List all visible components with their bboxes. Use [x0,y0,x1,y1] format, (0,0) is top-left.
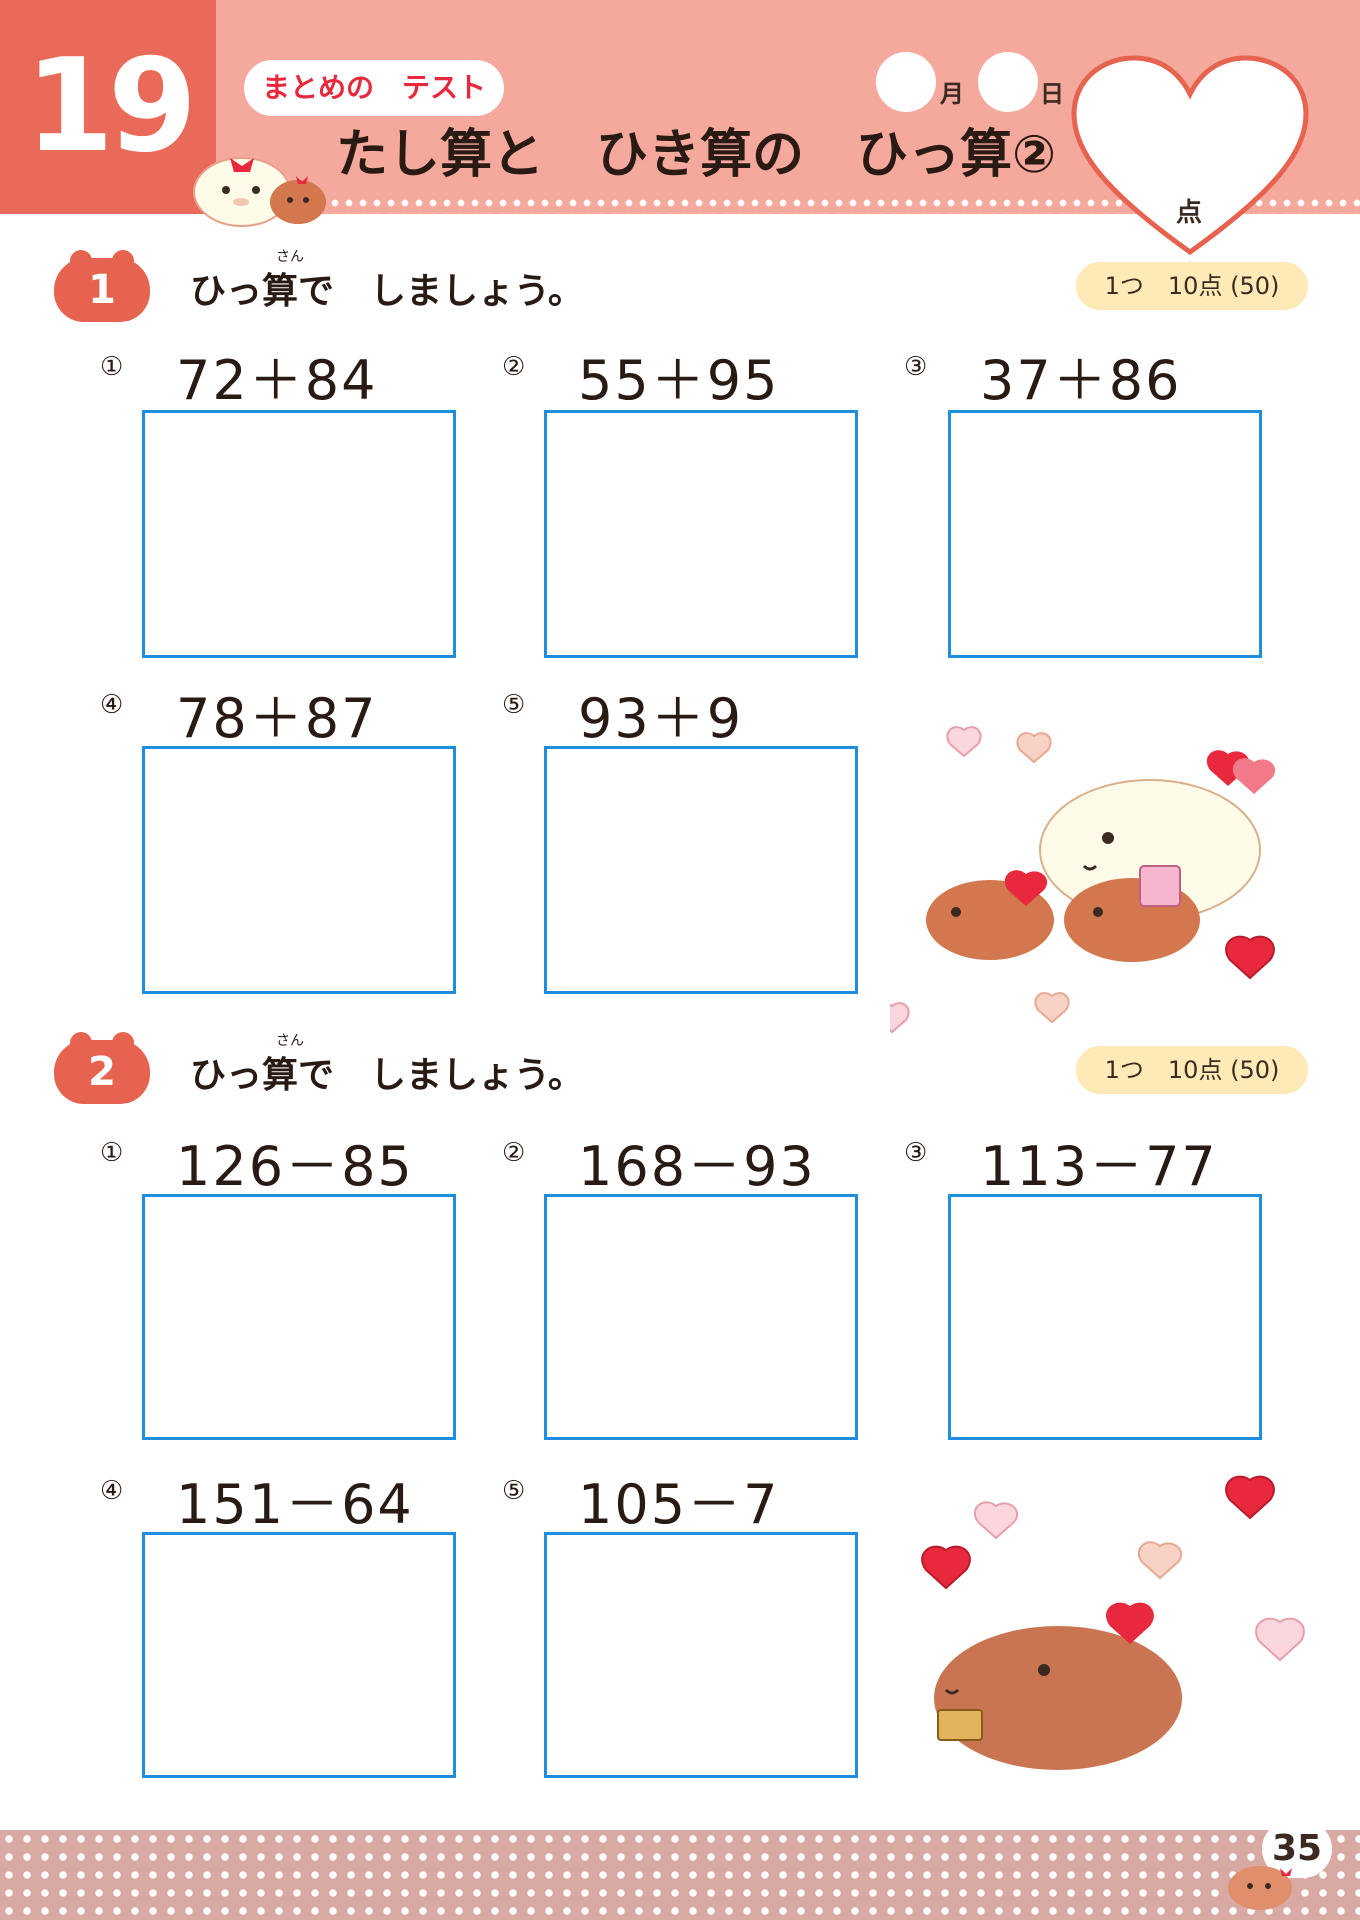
s2-problem4-expr: 151－64 [176,1473,414,1536]
s1-problem2-number: ② [502,352,526,382]
s2-problem3-answer-box[interactable] [948,1194,1262,1440]
s2-problem1-expr: 126－85 [176,1135,414,1198]
s2-problem1-answer-box[interactable] [142,1194,456,1440]
footer-mascot-illustration [1228,1866,1292,1910]
section2-badge: 2 [54,1032,150,1104]
section2-number: 2 [88,1049,116,1095]
s2-problem2-expr: 168－93 [578,1135,816,1198]
s2-problem4-number: ④ [100,1476,124,1506]
score-unit: 点 [1176,198,1203,228]
capybara-illustration-1 [890,726,1276,1034]
s1-problem4-answer-box[interactable] [142,746,456,994]
section1-points: 1つ 10点 (50) [1076,262,1308,310]
score-heart[interactable] [1066,52,1314,262]
s2-problem5-expr: 105－7 [578,1473,780,1536]
section1-number: 1 [88,267,116,313]
section1-badge: 1 [54,250,150,322]
s2-problem3-expr: 113－77 [980,1135,1218,1198]
section1-instruction: ひっ算で しましょう。 [190,271,584,312]
s2-problem5-number: ⑤ [502,1476,526,1506]
day-label: 日 [1040,80,1064,108]
capybara-illustration-2 [921,1475,1305,1770]
s1-problem4-expr: 78＋87 [176,687,378,750]
s2-problem1-number: ① [100,1138,124,1168]
s1-problem2-answer-box[interactable] [544,410,858,658]
s1-problem1-number: ① [100,352,124,382]
s1-problem4-number: ④ [100,690,124,720]
lesson-number: 19 [0,0,216,214]
test-tag: まとめの テスト [244,60,504,116]
s1-problem3-number: ③ [904,352,928,382]
s2-problem2-answer-box[interactable] [544,1194,858,1440]
s2-problem5-answer-box[interactable] [544,1532,858,1778]
day-circle[interactable] [978,52,1038,112]
s2-problem3-number: ③ [904,1138,928,1168]
s2-problem4-answer-box[interactable] [142,1532,456,1778]
page-title: たし算と ひき算の ひっ算② [336,125,1057,185]
s1-problem5-answer-box[interactable] [544,746,858,994]
s1-problem3-answer-box[interactable] [948,410,1262,658]
s1-problem2-expr: 55＋95 [578,349,780,412]
month-label: 月 [940,80,964,108]
section2-instruction: ひっ算で しましょう。 [190,1055,584,1096]
s2-problem2-number: ② [502,1138,526,1168]
s1-problem1-expr: 72＋84 [176,349,378,412]
s1-problem5-expr: 93＋9 [578,687,744,750]
section2-points: 1つ 10点 (50) [1076,1046,1308,1094]
header-mascot-illustration [193,157,326,227]
s1-problem5-number: ⑤ [502,690,526,720]
footer-band [0,1830,1360,1920]
s1-problem1-answer-box[interactable] [142,410,456,658]
month-circle[interactable] [876,52,936,112]
s1-problem3-expr: 37＋86 [980,349,1182,412]
